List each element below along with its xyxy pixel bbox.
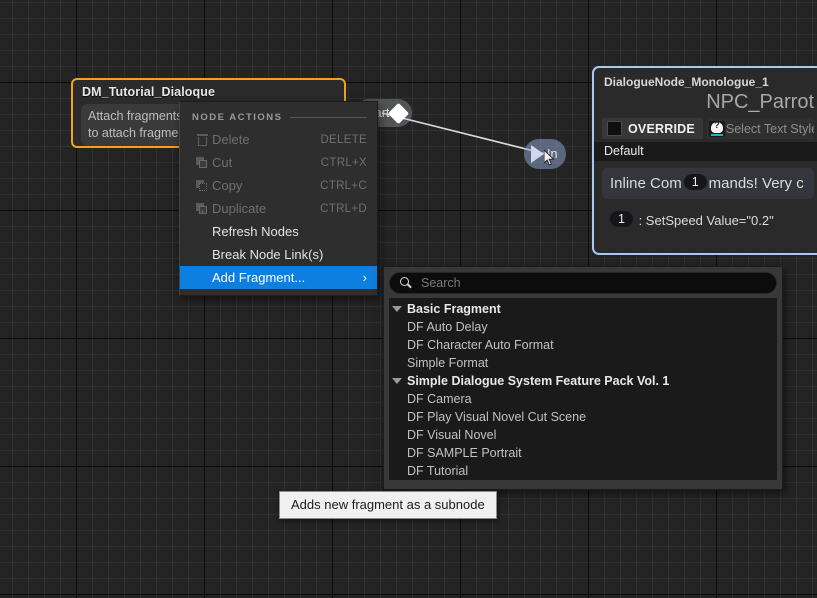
menu-item-label: Add Fragment...	[212, 270, 306, 285]
monologue-speaker-name: NPC_Parrot	[706, 91, 814, 113]
list-item[interactable]: Simple Format	[389, 354, 777, 372]
fragment-group-label: Simple Dialogue System Feature Pack Vol.…	[407, 374, 670, 388]
list-item[interactable]: DF Character Auto Format	[389, 336, 777, 354]
fragment-group-label: Basic Fragment	[407, 302, 501, 316]
menu-item-break-node-links[interactable]: Break Node Link(s)	[180, 243, 377, 266]
fragment-panel-footer	[389, 480, 777, 489]
chevron-right-icon: ›	[362, 270, 367, 285]
text-style-picker-label: Select Text Style T	[725, 121, 814, 136]
search-input[interactable]	[419, 275, 766, 291]
add-fragment-submenu[interactable]: Basic Fragment DF Auto Delay DF Characte…	[383, 266, 783, 490]
menu-item-copy[interactable]: Copy CTRL+C	[180, 174, 377, 197]
trash-icon	[192, 133, 212, 146]
menu-item-shortcut: DELETE	[320, 133, 367, 146]
override-label: OVERRIDE	[628, 121, 695, 136]
monologue-text-field[interactable]: Inline Com 1 mands! Very c	[602, 168, 814, 199]
menu-item-delete[interactable]: Delete DELETE	[180, 128, 377, 151]
search-box[interactable]	[389, 272, 777, 294]
tooltip: Adds new fragment as a subnode	[279, 491, 497, 519]
fragment-group-header[interactable]: Simple Dialogue System Feature Pack Vol.…	[389, 372, 777, 390]
menu-item-shortcut: CTRL+X	[320, 156, 367, 169]
fragment-list[interactable]: Basic Fragment DF Auto Delay DF Characte…	[389, 298, 777, 480]
list-item[interactable]: DF Visual Novel	[389, 426, 777, 444]
context-menu-divider	[290, 117, 367, 118]
override-checkbox[interactable]	[607, 121, 622, 136]
menu-item-label: Break Node Link(s)	[212, 247, 324, 262]
menu-item-cut[interactable]: Cut CTRL+X	[180, 151, 377, 174]
command-text: : SetSpeed Value="0.2"	[638, 213, 774, 228]
menu-item-add-fragment[interactable]: Add Fragment... ›	[180, 266, 377, 289]
menu-item-label: Refresh Nodes	[212, 224, 299, 239]
text-style-asset-icon: ?	[708, 120, 725, 137]
monologue-command-row[interactable]: 1 : SetSpeed Value="0.2"	[602, 209, 814, 230]
menu-item-shortcut: CTRL+D	[320, 202, 367, 215]
pin-diamond-icon[interactable]	[388, 102, 410, 124]
mouse-cursor-icon	[544, 150, 555, 166]
context-menu-section-label: NODE ACTIONS	[192, 112, 283, 123]
list-item[interactable]: DF Camera	[389, 390, 777, 408]
menu-item-label: Duplicate	[212, 201, 267, 216]
context-menu-section-header: NODE ACTIONS	[180, 102, 377, 128]
menu-item-label: Copy	[212, 178, 243, 193]
menu-item-duplicate[interactable]: + Duplicate CTRL+D	[180, 197, 377, 220]
monologue-default-row[interactable]: Default	[594, 142, 817, 161]
menu-item-shortcut: CTRL+C	[320, 179, 367, 192]
search-icon	[400, 277, 412, 289]
list-item[interactable]: DF SAMPLE Portrait	[389, 444, 777, 462]
monologue-text-part-1: Inline Com	[610, 175, 682, 192]
duplicate-icon: +	[192, 202, 212, 216]
list-item[interactable]: DF Tutorial	[389, 462, 777, 480]
inline-command-pill: 1	[683, 174, 707, 190]
list-item[interactable]: DF Play Visual Novel Cut Scene	[389, 408, 777, 426]
node-dialogue-monologue-1[interactable]: DialogueNode_Monologue_1 NPC_Parrot OVER…	[592, 66, 817, 255]
chevron-down-icon[interactable]	[392, 378, 402, 384]
pin-arrow-icon[interactable]	[531, 145, 544, 163]
list-item[interactable]: DF Auto Delay	[389, 318, 777, 336]
menu-item-label: Delete	[212, 132, 250, 147]
copy-icon	[192, 179, 212, 192]
monologue-style-row: OVERRIDE ? Select Text Style T	[602, 118, 814, 139]
monologue-node-title: DialogueNode_Monologue_1	[604, 75, 769, 89]
node-context-menu[interactable]: NODE ACTIONS Delete DELETE Cut CTRL+X Co…	[179, 101, 378, 296]
override-toggle[interactable]: OVERRIDE	[602, 118, 703, 139]
node-title: DM_Tutorial_Dialoque	[82, 85, 216, 99]
menu-item-label: Cut	[212, 155, 233, 170]
monologue-text-part-2: mands! Very c	[708, 175, 804, 192]
cut-icon	[192, 156, 212, 169]
fragment-group-header[interactable]: Basic Fragment	[389, 300, 777, 318]
menu-item-refresh-nodes[interactable]: Refresh Nodes	[180, 220, 377, 243]
command-index-pill: 1	[610, 211, 633, 227]
chevron-down-icon[interactable]	[392, 306, 402, 312]
text-style-picker[interactable]: ? Select Text Style T	[706, 118, 814, 139]
